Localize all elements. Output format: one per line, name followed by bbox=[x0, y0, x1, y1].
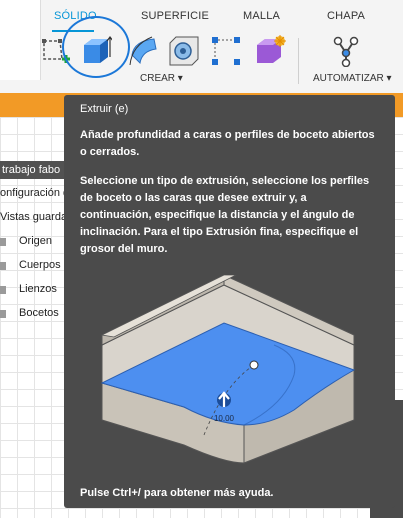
browser-row-saved-views[interactable]: Vistas guardad bbox=[0, 211, 70, 223]
tab-sheet-metal[interactable]: CHAPA bbox=[327, 10, 365, 22]
browser-item-label: Bocetos bbox=[19, 307, 59, 319]
revolve-icon[interactable] bbox=[128, 35, 160, 67]
browser-item-origin[interactable]: Origen bbox=[0, 233, 70, 251]
annotation-circle bbox=[62, 16, 130, 78]
browser-header[interactable]: trabajo fabo bbox=[0, 161, 72, 179]
tab-mesh[interactable]: MALLA bbox=[243, 10, 280, 22]
ribbon-tabs: SÓLIDO SUPERFICIE MALLA CHAPA bbox=[0, 10, 403, 28]
tooltip-title: Extruir (e) bbox=[80, 103, 129, 115]
dimension-value: 10.00 bbox=[214, 414, 235, 423]
toolbar-ribbon: SÓLIDO SUPERFICIE MALLA CHAPA CREAR ▾ AU… bbox=[0, 0, 403, 93]
create-group-label[interactable]: CREAR ▾ bbox=[140, 73, 183, 84]
folder-icon bbox=[0, 262, 6, 270]
tab-surface[interactable]: SUPERFICIE bbox=[141, 10, 209, 22]
tooltip-description: Añade profundidad a caras o perfiles de … bbox=[80, 129, 375, 158]
automate-group-label[interactable]: AUTOMATIZAR ▾ bbox=[313, 73, 392, 84]
browser-row-settings[interactable]: onfiguración d bbox=[0, 187, 70, 199]
browser-item-canvases[interactable]: Lienzos bbox=[0, 281, 70, 299]
browser-item-label: Lienzos bbox=[19, 283, 57, 295]
shell-icon[interactable] bbox=[254, 35, 286, 67]
extrude-illustration: 10.00 bbox=[100, 275, 356, 464]
extrude-tooltip: Extruir (e) Añade profundidad a caras o … bbox=[64, 95, 395, 508]
folder-icon bbox=[0, 310, 6, 318]
extrude-arrow-icon bbox=[217, 391, 231, 407]
pattern-icon[interactable] bbox=[210, 35, 242, 67]
tooltip-help-hint: Pulse Ctrl+/ para obtener más ayuda. bbox=[80, 487, 274, 499]
automate-icon[interactable] bbox=[330, 35, 362, 68]
hole-icon[interactable] bbox=[168, 35, 200, 67]
browser-item-sketches[interactable]: Bocetos bbox=[0, 305, 70, 323]
browser-item-label: Cuerpos bbox=[19, 259, 61, 271]
browser-item-bodies[interactable]: Cuerpos bbox=[0, 257, 70, 275]
left-panel-stub bbox=[0, 0, 41, 80]
ribbon-separator bbox=[298, 38, 299, 84]
folder-icon bbox=[0, 286, 6, 294]
tooltip-instructions: Seleccione un tipo de extrusión, selecci… bbox=[80, 175, 370, 255]
folder-icon bbox=[0, 238, 6, 246]
browser-item-label: Origen bbox=[19, 235, 53, 247]
